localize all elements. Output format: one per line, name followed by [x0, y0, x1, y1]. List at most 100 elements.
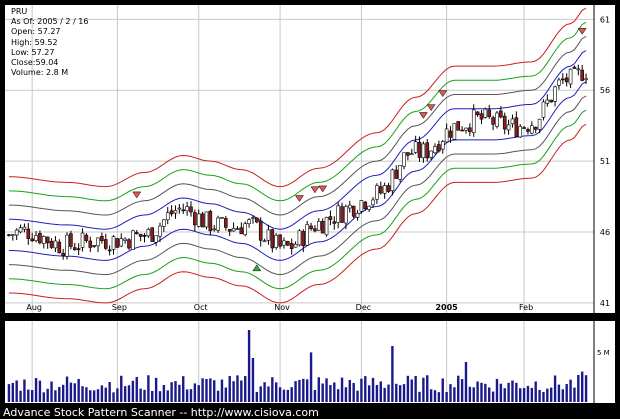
candle-body	[522, 127, 526, 129]
volume-bar	[286, 389, 290, 402]
volume-bar	[519, 388, 522, 402]
volume-bar	[515, 382, 518, 402]
volume-bar	[127, 385, 131, 402]
volume-bar	[364, 376, 367, 402]
candle-body	[107, 249, 112, 252]
candle-body	[382, 185, 387, 194]
volume-bar	[414, 376, 417, 402]
candle-body	[92, 245, 96, 247]
candle-body	[305, 224, 309, 246]
volume-bar	[375, 384, 379, 402]
candle-body	[437, 144, 441, 152]
candle-body	[328, 216, 333, 220]
candle-body	[409, 153, 414, 156]
candle-body	[475, 111, 480, 116]
volume-bar	[170, 382, 173, 402]
candle-body	[49, 240, 54, 248]
volume-bar	[333, 382, 336, 402]
volume-bar	[244, 376, 247, 402]
volume-bar	[476, 381, 479, 402]
candle-body	[7, 234, 11, 236]
candle-body	[243, 223, 248, 236]
candle-body	[375, 185, 379, 200]
candle-body	[239, 227, 244, 235]
volume-bar	[584, 375, 588, 402]
volume-bar	[92, 390, 96, 402]
candle-body	[216, 217, 220, 231]
candle-body	[123, 238, 127, 241]
volume-bar	[550, 387, 553, 402]
candle-body	[572, 66, 577, 69]
volume-bar	[259, 386, 262, 402]
candle-body	[181, 209, 186, 212]
volume-bar	[569, 379, 572, 402]
volume-bar	[321, 383, 324, 402]
candle-body	[584, 78, 588, 81]
candle-body	[471, 109, 476, 133]
volume-bar	[216, 390, 220, 402]
candle-body	[193, 212, 197, 226]
volume-bar	[185, 389, 189, 402]
candle-body	[518, 126, 523, 138]
candle-body	[65, 234, 69, 257]
volume-bar	[340, 377, 344, 402]
candle-body	[11, 234, 15, 236]
candle-body	[340, 206, 344, 223]
candle-body	[103, 239, 108, 249]
volume-bar	[38, 380, 42, 402]
volume-bar	[166, 390, 169, 402]
candle-body	[41, 236, 46, 244]
volume-bar	[174, 381, 177, 402]
volume-bar	[209, 378, 212, 402]
candle-body	[557, 79, 561, 86]
candle-body	[344, 206, 348, 224]
volume-bar	[42, 392, 45, 402]
volume-bar	[511, 380, 514, 402]
candle-body	[30, 238, 34, 242]
candle-body	[406, 152, 410, 156]
volume-bar	[11, 382, 15, 402]
candle-body	[69, 233, 73, 247]
candle-body	[266, 229, 271, 241]
candle-body	[456, 121, 461, 131]
volume-bar	[495, 378, 499, 402]
volume-bar	[65, 376, 69, 402]
candle-body	[448, 130, 453, 138]
volume-bar	[120, 375, 123, 402]
candle-body	[220, 217, 224, 219]
volume-bar	[460, 379, 464, 402]
volume-bar	[464, 362, 468, 402]
volume-bar	[418, 391, 421, 402]
candle-body	[227, 229, 232, 232]
volume-bar	[503, 388, 506, 402]
volume-bar	[193, 383, 197, 402]
candle-body	[313, 228, 317, 232]
volume-bar	[85, 387, 88, 402]
candle-body	[162, 219, 166, 227]
volume-bar	[178, 384, 181, 402]
price-panel	[5, 5, 615, 313]
volume-bar	[538, 389, 541, 402]
date-tick-label: Feb	[519, 303, 533, 312]
candle-body	[158, 225, 162, 237]
candle-body	[553, 86, 557, 102]
candle-body	[189, 206, 193, 213]
volume-bar	[205, 378, 208, 402]
candle-body	[127, 239, 131, 249]
date-tick-label: Nov	[274, 303, 290, 312]
volume-axis-label: 5 M	[597, 349, 610, 357]
candle-body	[76, 248, 81, 251]
candle-body	[185, 206, 189, 212]
volume-bar	[546, 388, 549, 402]
candle-body	[146, 229, 151, 237]
volume-bar	[69, 382, 73, 402]
candle-body	[301, 231, 306, 247]
candle-body	[196, 213, 201, 227]
volume-bar	[54, 390, 57, 402]
volume-bar	[348, 380, 351, 402]
volume-bar	[305, 379, 309, 402]
volume-bar	[484, 383, 487, 402]
volume-bar	[108, 381, 111, 402]
volume-bar	[81, 386, 84, 402]
candle-body	[45, 236, 50, 244]
